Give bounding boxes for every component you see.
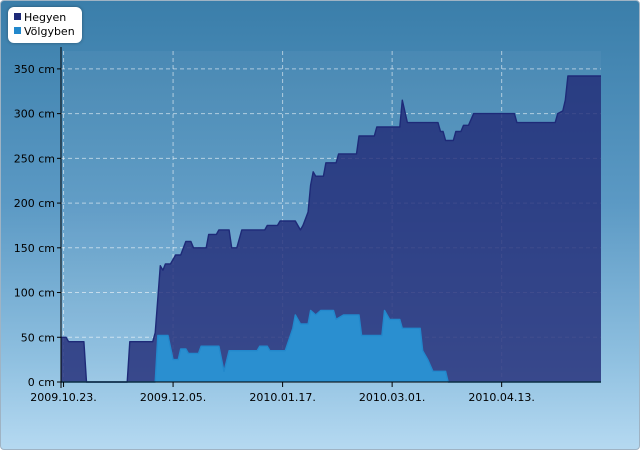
x-tick-label-2: 2010.01.17.: [249, 391, 315, 404]
y-tick-label-50: 50 cm: [21, 331, 55, 344]
y-tick-label-200: 200 cm: [14, 197, 55, 210]
y-tick-label-150: 150 cm: [14, 242, 55, 255]
x-tick-label-0: 2009.10.23.: [30, 391, 96, 404]
y-tick-label-0: 0 cm: [28, 376, 55, 389]
y-tick-label-300: 300 cm: [14, 108, 55, 121]
legend: Hegyen Völgyben: [8, 7, 82, 43]
x-tick-label-3: 2010.03.01.: [359, 391, 425, 404]
chart-frame: 0 cm 50 cm 100 cm 150 cm 200 cm 250 cm 300 cm 3…: [0, 0, 640, 450]
x-tick-label-1: 2009.12.05.: [140, 391, 206, 404]
legend-label-volgyben: Völgyben: [24, 25, 75, 38]
x-tick-label-4: 2010.04.13.: [468, 391, 534, 404]
legend-label-hegyen: Hegyen: [24, 11, 67, 24]
legend-swatch-hegyen: [14, 13, 21, 20]
legend-swatch-volgyben: [14, 27, 21, 34]
legend-item-hegyen: Hegyen: [14, 11, 66, 24]
y-tick-label-350: 350 cm: [14, 63, 55, 76]
legend-item-volgyben: Völgyben: [14, 25, 75, 38]
snow-depth-chart: 0 cm 50 cm 100 cm 150 cm 200 cm 250 cm 300 cm 3…: [14, 47, 601, 404]
y-tick-label-100: 100 cm: [14, 287, 55, 300]
y-tick-label-250: 250 cm: [14, 152, 55, 165]
